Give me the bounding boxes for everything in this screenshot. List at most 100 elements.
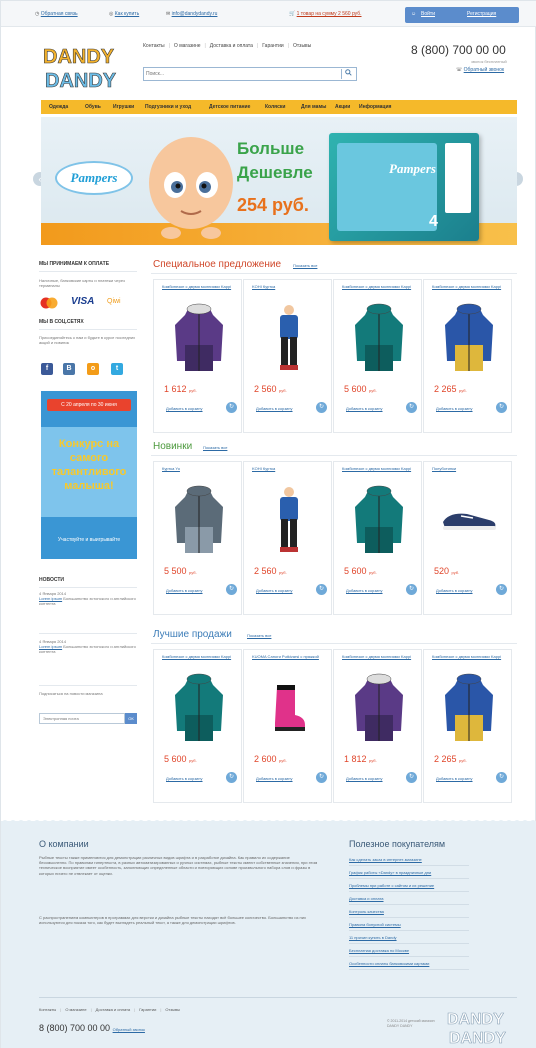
vkontakte-icon[interactable]: В (63, 363, 75, 375)
product-card[interactable]: Комбинезон с двумя молниями Kappi 2 265 р… (423, 649, 512, 803)
search-button[interactable] (341, 69, 355, 79)
product-card[interactable]: Полуботинки 520 руб. Добавить в корзину ↻ (423, 461, 512, 615)
category-item[interactable]: Одежда (49, 104, 68, 110)
search-input[interactable] (146, 69, 338, 79)
logo[interactable]: DANDY DANDY (43, 41, 133, 93)
category-item[interactable]: Акции (335, 104, 350, 110)
add-to-cart-link[interactable]: Добавить в корзину (436, 776, 473, 781)
add-to-cart-link[interactable]: Добавить в корзину (256, 406, 293, 411)
product-card[interactable]: Комбинезон с двумя молниями Kappi 5 600 р… (333, 279, 422, 433)
product-card[interactable]: Комбинезон с двумя молниями Kappi 5 600 р… (153, 649, 242, 803)
cart-icon[interactable]: ↻ (226, 772, 237, 783)
header-nav-item[interactable]: Контакты (143, 43, 165, 49)
cart-summary[interactable]: 🛒 1 товар на сумму 2 560 руб. (289, 11, 362, 17)
email-link[interactable]: ✉ info@dandydandy.ru (166, 11, 217, 17)
register-link[interactable]: Регистрация (467, 11, 496, 17)
cart-icon[interactable]: ↻ (316, 402, 327, 413)
subscribe-email-input[interactable] (39, 713, 125, 724)
product-name[interactable]: Комбинезон с двумя молниями Kappi (432, 284, 504, 289)
add-to-cart-link[interactable]: Добавить в корзину (256, 776, 293, 781)
footer-callback-link[interactable]: Обратный звонок (113, 1027, 145, 1032)
product-card[interactable]: Комбинезон с двумя молниями Kappi 1 812 р… (333, 649, 422, 803)
useful-link[interactable]: Доставка и оплата (349, 896, 384, 901)
cart-icon[interactable]: ↻ (496, 584, 507, 595)
cart-icon[interactable]: ↻ (406, 584, 417, 595)
product-image[interactable] (154, 668, 243, 748)
cart-icon[interactable]: ↻ (406, 772, 417, 783)
footer-logo[interactable]: DANDY DANDY (447, 1007, 517, 1048)
category-item[interactable]: Игрушки (113, 104, 134, 110)
product-image[interactable] (424, 298, 513, 378)
useful-link[interactable]: Контроль качества (349, 909, 384, 914)
category-item[interactable]: Коляски (265, 104, 285, 110)
add-to-cart-link[interactable]: Добавить в корзину (436, 406, 473, 411)
header-nav-item[interactable]: Гарантии (262, 43, 283, 49)
show-all-link[interactable]: Показать все (247, 633, 271, 638)
product-image[interactable] (244, 668, 333, 748)
product-name[interactable]: Полуботинки (432, 466, 504, 471)
product-card[interactable]: Комбинезон с двумя молниями Kappi 2 265 р… (423, 279, 512, 433)
product-card[interactable]: Куртка Yo 5 500 руб. Добавить в корзину ↻ (153, 461, 242, 615)
show-all-link[interactable]: Показать все (293, 263, 317, 268)
product-card[interactable]: Комбинезон с двумя молниями Kappi 1 612 р… (153, 279, 242, 433)
footer-nav-item[interactable]: Отзывы (165, 1007, 180, 1012)
show-all-link[interactable]: Показать все (203, 445, 227, 450)
category-item[interactable]: Для мамы (301, 104, 326, 110)
subscribe-button[interactable]: ОК (125, 713, 137, 724)
product-image[interactable] (244, 298, 333, 378)
useful-link[interactable]: Проблемы при работе с сайтом и их решени… (349, 883, 434, 888)
contest-promo[interactable]: С 20 апреля по 30 июня Конкурс на самого… (41, 391, 137, 559)
useful-link[interactable]: Бесплатная доставка по Москве (349, 948, 409, 953)
useful-link[interactable]: Особенности оплаты банковскими картами (349, 961, 429, 966)
add-to-cart-link[interactable]: Добавить в корзину (346, 776, 383, 781)
feedback-link[interactable]: ◷ Обратная связь (35, 11, 78, 17)
category-item[interactable]: Детское питание (209, 104, 250, 110)
product-image[interactable] (334, 480, 423, 560)
product-card[interactable]: KOHI Куртка 2 560 руб. Добавить в корзину ↻ (243, 279, 332, 433)
product-name[interactable]: Комбинезон с двумя молниями Kappi (342, 466, 414, 471)
category-item[interactable]: Информация (359, 104, 391, 110)
footer-nav-item[interactable]: Контакты (39, 1007, 56, 1012)
header-nav-item[interactable]: О магазине (174, 43, 201, 49)
product-name[interactable]: Комбинезон с двумя молниями Kappi (342, 654, 414, 659)
how-to-order-link[interactable]: ◎ Как купить (109, 11, 139, 17)
header-nav-item[interactable]: Отзывы (293, 43, 311, 49)
category-item[interactable]: Подгузники и уход (145, 104, 191, 110)
product-image[interactable] (334, 298, 423, 378)
add-to-cart-link[interactable]: Добавить в корзину (436, 588, 473, 593)
cart-icon[interactable]: ↻ (496, 402, 507, 413)
facebook-icon[interactable]: f (41, 363, 53, 375)
add-to-cart-link[interactable]: Добавить в корзину (166, 776, 203, 781)
category-item[interactable]: Обувь (85, 104, 101, 110)
product-image[interactable] (154, 480, 243, 560)
promo-banner[interactable]: Pampers Больше Дешевле 254 руб. Pampers … (41, 117, 517, 245)
product-image[interactable] (424, 668, 513, 748)
product-card[interactable]: Комбинезон с двумя молниями Kappi 5 600 р… (333, 461, 422, 615)
add-to-cart-link[interactable]: Добавить в корзину (166, 588, 203, 593)
useful-link[interactable]: График работы «Dandy» в праздничные дни (349, 870, 431, 875)
product-image[interactable] (244, 480, 333, 560)
cart-icon[interactable]: ↻ (226, 584, 237, 595)
product-name[interactable]: KOHI Куртка (252, 284, 324, 289)
callback-link[interactable]: ☏ Обратный звонок (456, 67, 504, 73)
product-name[interactable]: Комбинезон с двумя молниями Kappi (432, 654, 504, 659)
product-image[interactable] (334, 668, 423, 748)
cart-icon[interactable]: ↻ (226, 402, 237, 413)
add-to-cart-link[interactable]: Добавить в корзину (346, 406, 383, 411)
useful-link[interactable]: Как сделать заказ в интернет-магазине (349, 857, 422, 862)
product-image[interactable] (424, 480, 513, 560)
product-image[interactable] (154, 298, 243, 378)
odnoklassniki-icon[interactable]: о (87, 363, 99, 375)
product-name[interactable]: Комбинезон с двумя молниями Kappi (162, 654, 234, 659)
footer-nav-item[interactable]: Доставка и оплата (96, 1007, 131, 1012)
footer-nav-item[interactable]: О магазине (65, 1007, 86, 1012)
product-name[interactable]: KUOMA Сапоги Putkivarsi с пряжкой (252, 654, 324, 659)
twitter-icon[interactable]: t (111, 363, 123, 375)
useful-link[interactable]: Правила бонусной системы (349, 922, 401, 927)
header-nav-item[interactable]: Доставка и оплата (210, 43, 253, 49)
cart-icon[interactable]: ↻ (496, 772, 507, 783)
cart-icon[interactable]: ↻ (316, 772, 327, 783)
product-name[interactable]: KOHI Куртка (252, 466, 324, 471)
login-link[interactable]: Войти (421, 11, 435, 17)
cart-icon[interactable]: ↻ (406, 402, 417, 413)
